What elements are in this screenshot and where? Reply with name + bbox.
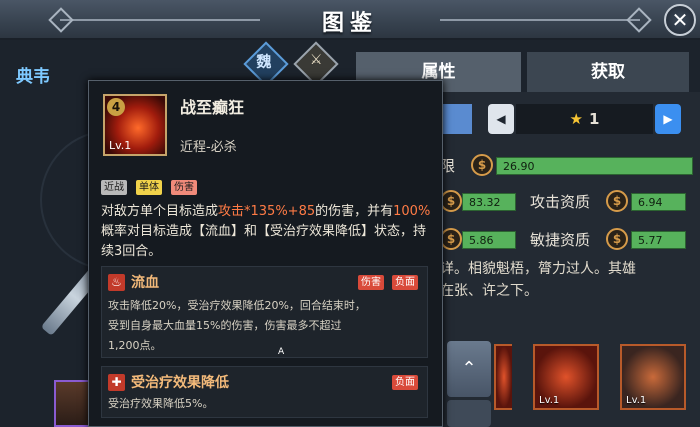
kingdom-badge-label: 魏 (256, 52, 272, 71)
skill-type: 近程-必杀 (180, 140, 237, 155)
skill-card[interactable]: Lv.1 (533, 344, 599, 410)
skill-level: Lv.1 (109, 139, 132, 152)
star-icon: ★ (569, 110, 583, 128)
effect-desc-line: 受治疗效果降低5%。 (108, 397, 214, 410)
bio-line: 在张、许之下。 (440, 283, 538, 299)
character-bio: 详。相貌魁梧，膂力过人。其雄 在张、许之下。 (440, 258, 694, 302)
effect-description: 受治疗效果降低5%。 (108, 394, 426, 414)
effect-tag: 负面 (392, 275, 418, 290)
stat-bar: 5.86 (462, 231, 516, 249)
skill-card[interactable] (494, 344, 512, 410)
skill-card-level: Lv.1 (539, 395, 560, 406)
bio-line: 详。相貌魁梧，膂力过人。其雄 (440, 261, 636, 277)
desc-text: 的伤害，并有 (315, 204, 394, 219)
drop-icon: ♨ (108, 274, 125, 291)
selector-box[interactable] (440, 104, 472, 134)
star-value: 1 (589, 110, 600, 128)
desc-highlight: 100% (393, 204, 431, 219)
effect-tag: 伤害 (358, 275, 384, 290)
stat-bar: 5.77 (631, 231, 686, 249)
cursor-marker: A (278, 347, 285, 357)
star-prev-button[interactable]: ◀ (488, 104, 514, 134)
chevron-up-icon: ⌃ (461, 358, 477, 379)
effect-name: 受治疗效果降低 (131, 375, 229, 391)
skill-number: 4 (107, 98, 125, 116)
effect-desc-line: 攻击降低20%，受治疗效果降低20%，回合结束时， (108, 299, 366, 312)
limit-bar: 26.90 (496, 157, 693, 175)
skill-icon: 4 Lv.1 (103, 94, 167, 156)
close-button[interactable]: ✕ (664, 4, 696, 36)
coin-icon: $ (606, 228, 628, 250)
sword-icon: ⚔ (309, 51, 323, 68)
coin-icon: $ (606, 190, 628, 212)
desc-highlight: 攻击*135%+85 (218, 204, 316, 219)
skill-tag: 伤害 (171, 180, 197, 195)
scroll-down-button[interactable] (447, 400, 491, 427)
effect-name: 流血 (131, 275, 159, 291)
skill-description: 对敌方单个目标造成攻击*135%+85的伤害，并有100% 概率对目标造成【流血】… (101, 202, 435, 262)
effect-description: 攻击降低20%，受治疗效果降低20%，回合结束时， 受到自身最大血量15%的伤害… (108, 296, 426, 356)
skill-card[interactable]: Lv.1 (620, 344, 686, 410)
page-title: 图鉴 (321, 11, 378, 36)
title-bar: 图鉴 (0, 0, 700, 40)
stat-bar: 6.94 (631, 193, 686, 211)
character-name: 典韦 (16, 67, 50, 87)
coin-icon: $ (440, 228, 462, 250)
desc-text: 概率对目标造成【流血】和【受治疗效果降低】状态，持续3回合。 (101, 224, 427, 259)
cross-icon: ✚ (108, 374, 125, 391)
skill-tag: 单体 (136, 180, 162, 195)
chevron-right-icon: ▶ (663, 112, 673, 126)
coin-icon: $ (440, 190, 462, 212)
skill-tag: 近战 (101, 180, 127, 195)
stat-label: 攻击资质 (530, 193, 591, 211)
effect-desc-line: 1,200点。 (108, 339, 162, 352)
stat-label: 敏捷资质 (530, 231, 591, 249)
scroll-up-button[interactable]: ⌃ (447, 341, 491, 397)
desc-text: 对敌方单个目标造成 (101, 204, 219, 219)
effect-tag: 负面 (392, 375, 418, 390)
chevron-left-icon: ◀ (496, 112, 506, 126)
star-next-button[interactable]: ▶ (655, 104, 681, 134)
coin-icon: $ (471, 154, 493, 176)
tab-acquire[interactable]: 获取 (527, 52, 689, 92)
skill-card-level: Lv.1 (626, 395, 647, 406)
star-level-display: ★ 1 (516, 104, 653, 134)
stat-bar: 83.32 (462, 193, 516, 211)
effect-desc-line: 受到自身最大血量15%的伤害，伤害最多不超过 (108, 319, 342, 332)
skill-name: 战至癫狂 (180, 98, 245, 117)
avatar[interactable] (54, 380, 90, 427)
close-icon[interactable]: ✕ (672, 8, 689, 32)
